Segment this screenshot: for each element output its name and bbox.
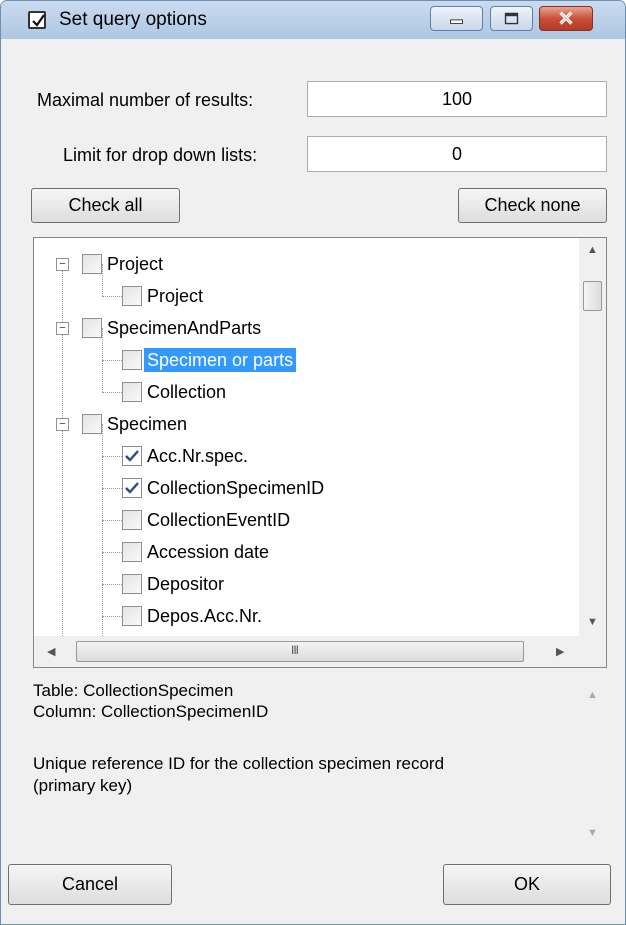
tree-node-label: CollectionEventID xyxy=(147,510,291,530)
maximize-icon xyxy=(504,12,519,25)
cancel-button[interactable]: Cancel xyxy=(8,864,172,905)
window-title: Set query options xyxy=(59,9,207,30)
grip-icon: III xyxy=(291,643,299,657)
dialog-body: Maximal number of results: 100 Limit for… xyxy=(7,39,619,920)
tree-node-label-selected: Specimen or parts xyxy=(144,348,297,372)
tree-checkbox[interactable] xyxy=(82,414,102,434)
tree-node-label: Project xyxy=(107,254,164,274)
tree-node-label: Project xyxy=(147,286,204,306)
description-text: Unique reference ID for the collection s… xyxy=(33,754,445,773)
check-none-button[interactable]: Check none xyxy=(458,188,607,223)
tree-checkbox[interactable] xyxy=(122,574,142,594)
tree-node-label: Depos.Acc.Nr. xyxy=(147,606,263,626)
tree-checkbox[interactable] xyxy=(122,542,142,562)
tree-node-label: SpecimenAndParts xyxy=(107,318,262,338)
description-table: Table: CollectionSpecimen xyxy=(33,681,234,700)
tree-item-acc-nr-spec[interactable]: Acc.Nr.spec. xyxy=(34,444,574,470)
ok-button[interactable]: OK xyxy=(443,864,611,905)
checkmark-icon xyxy=(125,482,139,494)
close-icon xyxy=(559,11,573,25)
tree-node-label: Collection xyxy=(147,382,227,402)
description-column: Column: CollectionSpecimenID xyxy=(33,702,269,721)
tree-checkbox[interactable] xyxy=(122,606,142,626)
maximize-button[interactable] xyxy=(490,6,533,31)
scrollbar-corner xyxy=(579,636,606,667)
tree-horizontal-scrollbar[interactable]: ◀ III ▶ xyxy=(34,636,579,667)
dropdown-limit-input[interactable]: 0 xyxy=(307,136,607,172)
tree-group-specimen[interactable]: − Specimen xyxy=(34,412,574,438)
tree-item-depositor[interactable]: Depositor xyxy=(34,572,574,598)
tree-checkbox[interactable] xyxy=(122,382,142,402)
close-button[interactable] xyxy=(539,6,593,31)
tree-checkbox[interactable] xyxy=(122,510,142,530)
tree-vertical-scrollbar[interactable]: ▲ ▼ xyxy=(579,238,606,636)
scroll-thumb[interactable] xyxy=(583,281,602,311)
tree-item-project[interactable]: Project xyxy=(34,284,574,310)
max-results-input[interactable]: 100 xyxy=(307,81,607,117)
dropdown-limit-label: Limit for drop down lists: xyxy=(63,145,258,165)
description-scrollbar[interactable]: ▲ ▼ xyxy=(581,679,605,849)
tree-checkbox[interactable] xyxy=(82,254,102,274)
tree-item-collection-specimen-id[interactable]: CollectionSpecimenID xyxy=(34,476,574,502)
tree-checkbox-checked[interactable] xyxy=(122,446,142,466)
scroll-right-icon[interactable]: ▶ xyxy=(556,645,564,658)
tree-item-accession-date[interactable]: Accession date xyxy=(34,540,574,566)
title-bar[interactable]: Set query options xyxy=(1,1,625,39)
collapse-icon[interactable]: − xyxy=(56,418,69,431)
collapse-icon[interactable]: − xyxy=(56,258,69,271)
query-options-dialog: Set query options Maximal number of resu… xyxy=(0,0,626,925)
tree-node-label: Acc.Nr.spec. xyxy=(147,446,249,466)
tree-group-specimen-and-parts[interactable]: − SpecimenAndParts xyxy=(34,316,574,342)
tree-checkbox-checked[interactable] xyxy=(122,478,142,498)
tree-checkbox[interactable] xyxy=(82,318,102,338)
scroll-left-icon[interactable]: ◀ xyxy=(47,645,55,658)
max-results-label: Maximal number of results: xyxy=(37,90,254,110)
tree-item-depos-acc-nr[interactable]: Depos.Acc.Nr. xyxy=(34,604,574,630)
tree-item-collection[interactable]: Collection xyxy=(34,380,574,406)
scroll-down-icon[interactable]: ▼ xyxy=(587,616,598,628)
description-text-2: (primary key) xyxy=(33,776,133,795)
checkbox-icon xyxy=(28,11,46,29)
tree-node-label: Specimen xyxy=(107,414,188,434)
tree-node-label: Depositor xyxy=(147,574,225,594)
description-panel: Table: CollectionSpecimen Column: Collec… xyxy=(33,679,605,849)
minimize-button[interactable] xyxy=(430,6,483,31)
tree-group-project[interactable]: − Project xyxy=(34,252,574,278)
column-tree[interactable]: − Project Project − SpecimenAndParts Spe… xyxy=(33,237,607,668)
tree-checkbox[interactable] xyxy=(122,286,142,306)
scroll-up-icon[interactable]: ▲ xyxy=(587,689,598,701)
minimize-icon xyxy=(450,19,463,25)
tree-item-collection-event-id[interactable]: CollectionEventID xyxy=(34,508,574,534)
collapse-icon[interactable]: − xyxy=(56,322,69,335)
tree-item-specimen-or-parts[interactable]: Specimen or parts xyxy=(34,348,574,374)
check-all-button[interactable]: Check all xyxy=(31,188,180,223)
tree-node-label: CollectionSpecimenID xyxy=(147,478,325,498)
scroll-thumb[interactable]: III xyxy=(76,641,524,662)
scroll-up-icon[interactable]: ▲ xyxy=(587,244,598,256)
scroll-down-icon[interactable]: ▼ xyxy=(587,827,598,839)
tree-node-label: Accession date xyxy=(147,542,270,562)
checkmark-icon xyxy=(125,450,139,462)
tree-checkbox[interactable] xyxy=(122,350,142,370)
